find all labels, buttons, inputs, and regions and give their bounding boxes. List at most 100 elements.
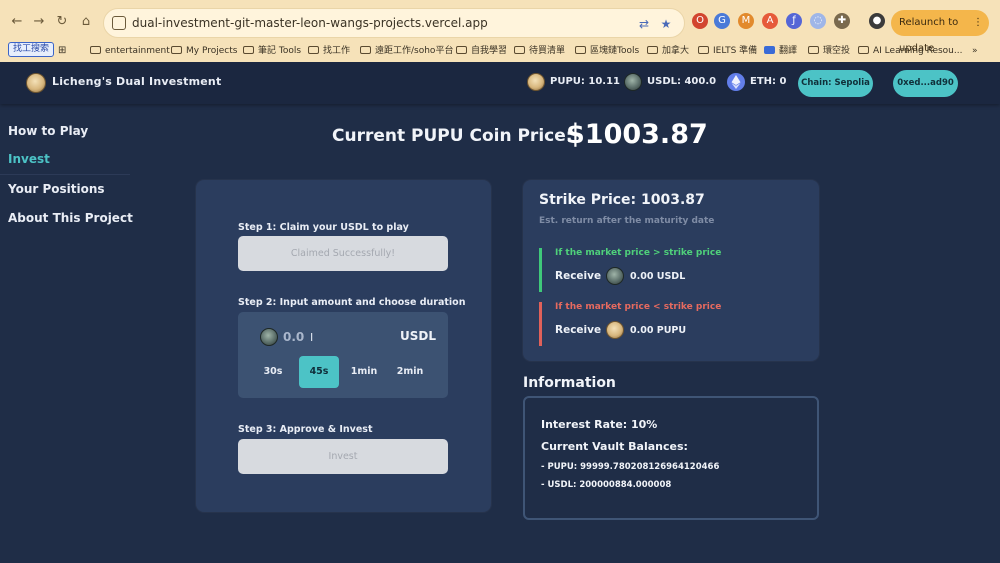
- usdl-coin-icon: [260, 328, 278, 346]
- strike-card: Strike Price: 1003.87 Est. return after …: [523, 180, 819, 361]
- forward-button[interactable]: →: [30, 13, 48, 31]
- sidebar-item-how-to-play[interactable]: How to Play: [8, 124, 88, 138]
- brand-title: Licheng's Dual Investment: [52, 75, 222, 88]
- translate-bookmark-icon: [764, 46, 775, 54]
- duration-2min-button[interactable]: 2min: [390, 356, 430, 388]
- app-header: Licheng's Dual Investment PUPU: 10.11 US…: [0, 62, 1000, 104]
- vault-usdl-balance: - USDL: 200000884.000008: [541, 480, 672, 490]
- folder-icon: [698, 46, 709, 54]
- extension-pen-icon[interactable]: ƒ: [786, 13, 802, 29]
- strike-subtitle: Est. return after the maturity date: [539, 216, 715, 226]
- chain-button[interactable]: Chain: Sepolia: [798, 70, 873, 97]
- pupu-logo-icon: [26, 73, 46, 93]
- receive-label: Receive: [555, 270, 602, 282]
- receive-label: Receive: [555, 324, 602, 336]
- eth-balance: ETH: 0: [750, 76, 787, 87]
- folder-icon: [90, 46, 101, 54]
- folder-icon: [360, 46, 371, 54]
- folder-icon: [171, 46, 182, 54]
- folder-icon: [647, 46, 658, 54]
- step2-label: Step 2: Input amount and choose duration: [238, 297, 466, 308]
- text-cursor-icon: I: [310, 331, 314, 344]
- eth-icon: [727, 73, 745, 91]
- pupu-coin-icon: [527, 73, 545, 91]
- folder-icon: [858, 46, 869, 54]
- bookmark-folder[interactable]: 區塊鏈Tools: [575, 43, 639, 59]
- profile-avatar[interactable]: ●: [869, 13, 885, 29]
- duration-45s-button[interactable]: 45s: [299, 356, 339, 388]
- sidebar-divider: [0, 174, 130, 175]
- bookmarks-bar: 找工搜索 ⊞ entertainment My Projects 筆記 Tool…: [0, 40, 1000, 62]
- reload-button[interactable]: ↻: [53, 13, 71, 31]
- browser-toolbar: ← → ↻ ⌂ dual-investment-git-master-leon-…: [0, 6, 1000, 54]
- browser-chrome: ← → ↻ ⌂ dual-investment-git-master-leon-…: [0, 0, 1000, 62]
- market-up-condition: If the market price > strike price Recei…: [539, 248, 819, 292]
- interest-rate: Interest Rate: 10%: [541, 418, 658, 431]
- extension-metamask-icon[interactable]: M: [738, 13, 754, 29]
- folder-icon: [308, 46, 319, 54]
- information-title: Information: [523, 375, 616, 391]
- extension-brave-icon[interactable]: A: [762, 13, 778, 29]
- duration-30s-button[interactable]: 30s: [253, 356, 293, 388]
- translate-icon[interactable]: ⇄: [636, 16, 652, 32]
- invest-card: Step 1: Claim your USDL to play Claimed …: [196, 180, 491, 512]
- bookmark-folder[interactable]: 加拿大: [647, 43, 689, 59]
- extensions-puzzle-icon[interactable]: ✚: [834, 13, 850, 29]
- amount-unit: USDL: [400, 329, 436, 343]
- bookmark-folder[interactable]: 環空投: [808, 43, 850, 59]
- folder-icon: [575, 46, 586, 54]
- step1-label: Step 1: Claim your USDL to play: [238, 222, 409, 233]
- price-value: $1003.87: [566, 119, 708, 150]
- bookmark-translate[interactable]: 翻譯: [764, 43, 797, 59]
- sidebar-item-invest[interactable]: Invest: [8, 152, 50, 166]
- market-up-label: If the market price > strike price: [555, 248, 722, 258]
- bookmark-folder[interactable]: IELTS 準備: [698, 43, 757, 59]
- bookmark-folder[interactable]: 找工作: [308, 43, 350, 59]
- price-label: Current PUPU Coin Price:: [332, 126, 573, 146]
- home-button[interactable]: ⌂: [77, 13, 95, 31]
- account-button[interactable]: 0xed...ad90: [893, 70, 958, 97]
- apps-grid-icon[interactable]: ⊞: [58, 43, 66, 59]
- folder-icon: [243, 46, 254, 54]
- bookmark-folder[interactable]: 自我學習: [456, 43, 507, 59]
- back-button[interactable]: ←: [8, 13, 26, 31]
- amount-input[interactable]: [283, 328, 363, 346]
- vault-balances-title: Current Vault Balances:: [541, 440, 688, 453]
- url-text[interactable]: dual-investment-git-master-leon-wangs-pr…: [132, 16, 488, 30]
- step3-label: Step 3: Approve & Invest: [238, 424, 373, 435]
- bookmark-folder[interactable]: 待買清單: [514, 43, 565, 59]
- extension-opera-icon[interactable]: O: [692, 13, 708, 29]
- usdl-balance: USDL: 400.0: [647, 76, 717, 87]
- bookmark-job-search[interactable]: 找工搜索: [8, 42, 55, 57]
- app-root: Licheng's Dual Investment PUPU: 10.11 US…: [0, 62, 1000, 563]
- usdl-coin-icon: [606, 267, 624, 285]
- bookmarks-overflow-button[interactable]: »: [972, 43, 978, 59]
- market-down-label: If the market price < strike price: [555, 302, 722, 312]
- bookmark-folder[interactable]: 筆記 Tools: [243, 43, 301, 59]
- more-menu-icon: ⋮: [973, 17, 983, 28]
- claim-button[interactable]: Claimed Successfully!: [238, 236, 448, 271]
- usdl-coin-icon: [624, 73, 642, 91]
- extension-translate-icon[interactable]: G: [714, 13, 730, 29]
- extension-circle-icon[interactable]: ◌: [810, 13, 826, 29]
- folder-icon: [456, 46, 467, 54]
- address-bar[interactable]: dual-investment-git-master-leon-wangs-pr…: [103, 8, 685, 38]
- vault-pupu-balance: - PUPU: 99999.780208126964120466: [541, 462, 720, 472]
- bookmark-folder[interactable]: entertainment: [90, 43, 170, 59]
- invest-button[interactable]: Invest: [238, 439, 448, 474]
- folder-icon: [514, 46, 525, 54]
- relaunch-button[interactable]: Relaunch to update ⋮: [891, 10, 989, 54]
- sidebar-item-your-positions[interactable]: Your Positions: [8, 182, 105, 196]
- receive-pupu-amount: 0.00 PUPU: [630, 325, 687, 336]
- bookmark-star-icon[interactable]: ★: [658, 16, 674, 32]
- bookmark-folder[interactable]: 遠距工作/soho平台: [360, 43, 453, 59]
- market-down-condition: If the market price < strike price Recei…: [539, 302, 819, 346]
- duration-1min-button[interactable]: 1min: [344, 356, 384, 388]
- bookmark-folder[interactable]: My Projects: [171, 43, 237, 59]
- folder-icon: [808, 46, 819, 54]
- amount-panel: I USDL 30s 45s 1min 2min: [238, 312, 448, 398]
- site-settings-icon[interactable]: [112, 16, 126, 30]
- sidebar-item-about[interactable]: About This Project: [8, 211, 133, 225]
- bookmark-folder[interactable]: AI Learning Resou...: [858, 43, 962, 59]
- pupu-coin-icon: [606, 321, 624, 339]
